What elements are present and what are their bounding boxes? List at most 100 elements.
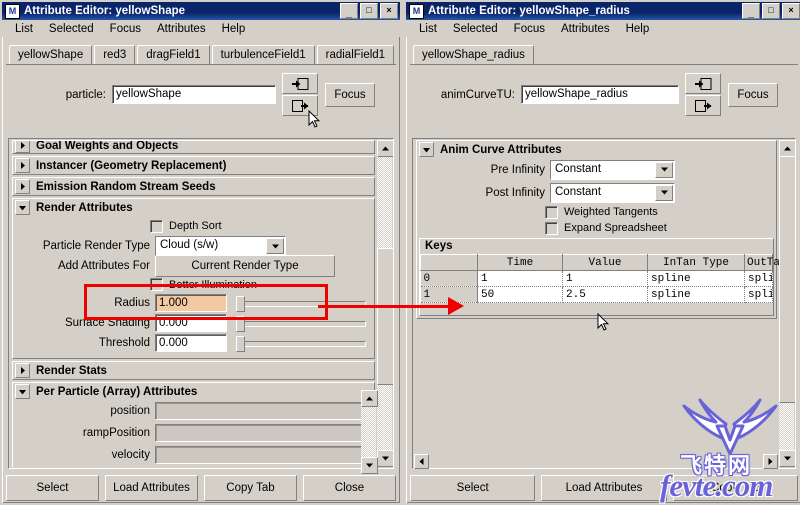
section-per-particle-array-attributes[interactable]: Per Particle (Array) Attributes position… [12, 382, 375, 467]
radius-field[interactable]: 1.000 [155, 294, 227, 312]
scrollbar-thumb[interactable] [377, 248, 393, 385]
anim-curve-name-input[interactable]: yellowShape_radius [521, 85, 679, 104]
tab-yellowShape_radius[interactable]: yellowShape_radius [413, 45, 534, 65]
load-attributes-button[interactable]: Load Attributes [541, 475, 667, 501]
menu-selected[interactable]: Selected [42, 22, 103, 36]
select-button[interactable]: Select [410, 475, 536, 501]
focus-button[interactable]: Focus [325, 82, 375, 107]
section-instancer-geometry-replacement[interactable]: Instancer (Geometry Replacement) [12, 156, 375, 175]
chevron-down-icon[interactable] [266, 238, 284, 254]
keys-row1-intan[interactable]: spline [647, 286, 745, 303]
copy-tab-button[interactable]: Copy Tab [204, 475, 297, 501]
threshold-slider[interactable] [230, 335, 370, 352]
chevron-down-icon[interactable] [655, 161, 673, 178]
maximize-button[interactable]: □ [360, 3, 378, 19]
section-anim-curve-attributes[interactable]: Anim Curve Attributes Pre Infinity Const… [416, 140, 779, 319]
rampPosition-field[interactable] [155, 424, 370, 442]
scrollbar-thumb[interactable] [779, 156, 795, 403]
expand-spreadsheet-checkbox[interactable] [545, 221, 558, 235]
keys-row1-value[interactable]: 2.5 [562, 286, 648, 303]
expander-arrow-collapsed-icon[interactable] [15, 179, 30, 194]
keys-row0-time[interactable]: 1 [477, 270, 563, 287]
scroll-left-button[interactable] [414, 454, 429, 469]
threshold-field[interactable]: 0.000 [155, 334, 227, 352]
threshold-slider-thumb[interactable] [236, 336, 245, 352]
expander-arrow-collapsed-icon[interactable] [15, 158, 30, 173]
scroll-down-button[interactable] [377, 450, 393, 467]
tab-turbulenceField1[interactable]: turbulenceField1 [211, 45, 315, 65]
pre-infinity-dropdown[interactable]: Constant [550, 159, 675, 180]
tab-dragField1[interactable]: dragField1 [137, 45, 210, 65]
select-button[interactable]: Select [6, 475, 99, 501]
keys-row0-outtan[interactable]: spline [744, 270, 773, 287]
per-particle-scroll-up-button[interactable] [361, 390, 378, 407]
expander-arrow-expanded-icon[interactable] [419, 142, 434, 157]
section-goal-weights-and-objects[interactable]: Goal Weights and Objects [12, 140, 375, 154]
load-attributes-icon-button[interactable] [685, 73, 721, 94]
radius-slider-thumb[interactable] [236, 296, 245, 312]
scroll-down-button[interactable] [779, 450, 795, 467]
copy-tab-icon-button[interactable] [685, 95, 721, 116]
weighted-tangents-checkbox[interactable] [545, 205, 558, 219]
focus-button[interactable]: Focus [728, 82, 778, 107]
particle-name-input[interactable]: yellowShape [112, 85, 276, 104]
right-titlebar[interactable]: M Attribute Editor: yellowShape_radius _… [406, 2, 800, 20]
menu-attributes[interactable]: Attributes [150, 22, 215, 36]
left-pane-scrollbar[interactable] [377, 140, 393, 467]
keys-table[interactable]: Time Value InTan Type OutTan 0 1 1 splin… [420, 254, 779, 303]
scroll-up-button[interactable] [377, 140, 393, 157]
load-attributes-button[interactable]: Load Attributes [105, 475, 198, 501]
position-field[interactable] [155, 402, 370, 420]
tab-yellowShape[interactable]: yellowShape [9, 45, 93, 65]
menu-selected[interactable]: Selected [446, 22, 507, 36]
menu-help[interactable]: Help [215, 22, 255, 36]
surface-shading-slider[interactable] [230, 315, 370, 332]
radius-slider[interactable] [230, 295, 370, 312]
expander-arrow-collapsed-icon[interactable] [15, 363, 30, 378]
left-titlebar[interactable]: M Attribute Editor: yellowShape _ □ × [2, 2, 400, 20]
menu-help[interactable]: Help [619, 22, 659, 36]
right-pane-hscrollbar[interactable] [414, 454, 778, 469]
menu-focus[interactable]: Focus [103, 22, 150, 36]
surface-shading-slider-thumb[interactable] [236, 316, 245, 332]
menu-list[interactable]: List [8, 22, 42, 36]
menu-list[interactable]: List [412, 22, 446, 36]
maximize-button[interactable]: □ [762, 3, 780, 19]
particle-render-type-dropdown[interactable]: Cloud (s/w) [155, 236, 286, 256]
keys-row0-value[interactable]: 1 [562, 270, 648, 287]
section-emission-random-stream-seeds[interactable]: Emission Random Stream Seeds [12, 177, 375, 196]
scroll-right-button[interactable] [763, 454, 778, 469]
per-particle-scrollbar[interactable] [361, 390, 378, 474]
copy-tab-icon-button[interactable] [282, 95, 318, 116]
per-particle-scroll-down-button[interactable] [361, 457, 378, 474]
expander-arrow-expanded-icon[interactable] [15, 384, 30, 399]
surface-shading-field[interactable]: 0.000 [155, 314, 227, 332]
minimize-button[interactable]: _ [742, 3, 760, 19]
section-render-attributes[interactable]: Render Attributes Depth Sort Particle Re… [12, 198, 375, 359]
table-row[interactable]: 0 1 1 spline spline [420, 270, 773, 287]
current-render-type-button[interactable]: Current Render Type [155, 255, 335, 277]
velocity-field[interactable] [155, 446, 370, 464]
per-particle-scrollbar-track[interactable] [361, 405, 376, 459]
better-illumination-checkbox[interactable] [150, 278, 163, 291]
close-button[interactable]: × [380, 3, 398, 19]
table-row[interactable]: 1 50 2.5 spline spline [420, 286, 773, 303]
expander-arrow-collapsed-icon[interactable] [15, 141, 30, 153]
minimize-button[interactable]: _ [340, 3, 358, 19]
copy-tab-button[interactable]: Copy Tab [672, 475, 798, 501]
menu-attributes[interactable]: Attributes [554, 22, 619, 36]
post-infinity-dropdown[interactable]: Constant [550, 182, 675, 203]
close-button[interactable]: × [782, 3, 800, 19]
right-pane-scrollbar[interactable] [779, 140, 795, 467]
chevron-down-icon[interactable] [655, 184, 673, 201]
scroll-up-button[interactable] [779, 140, 795, 157]
tab-red3[interactable]: red3 [94, 45, 136, 65]
close-button-bottom[interactable]: Close [303, 475, 396, 501]
section-render-stats[interactable]: Render Stats [12, 361, 375, 380]
expander-arrow-expanded-icon[interactable] [15, 200, 30, 215]
keys-row0-intan[interactable]: spline [647, 270, 745, 287]
keys-row1-time[interactable]: 50 [477, 286, 563, 303]
tab-radialField1[interactable]: radialField1 [316, 45, 395, 65]
keys-row1-outtan[interactable]: spline [744, 286, 773, 303]
depth-sort-checkbox[interactable] [150, 219, 163, 233]
